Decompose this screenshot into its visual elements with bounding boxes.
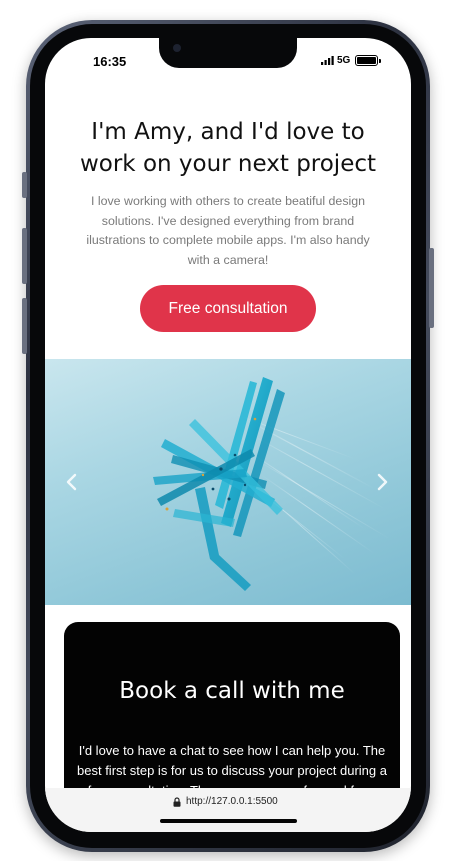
signal-bars-icon — [321, 56, 334, 65]
book-call-text: I'd love to have a chat to see how I can… — [77, 743, 387, 788]
power-button — [429, 248, 434, 328]
home-indicator[interactable] — [160, 819, 297, 823]
status-time: 16:35 — [93, 54, 127, 69]
hero-description: I love working with others to create bea… — [86, 194, 370, 267]
notch — [159, 38, 297, 68]
volume-up-button — [22, 228, 27, 284]
book-call-card: Book a call with me I'd love to have a c… — [64, 622, 400, 788]
carousel-next-button[interactable] — [373, 467, 393, 497]
phone-screen: 16:35 5G I'm Amy, and I'd love to work o… — [45, 38, 411, 832]
network-label: 5G — [337, 55, 351, 66]
mute-switch — [22, 172, 27, 198]
hero-title: I'm Amy, and I'd love to work on your ne… — [79, 119, 377, 177]
battery-icon — [355, 55, 381, 66]
url-text[interactable]: http://127.0.0.1:5500 — [186, 796, 278, 807]
book-call-title: Book a call with me — [119, 678, 345, 704]
lock-icon — [173, 797, 181, 807]
carousel-prev-button[interactable] — [61, 467, 81, 497]
chevron-left-icon — [66, 473, 77, 491]
browser-url-bar[interactable]: http://127.0.0.1:5500 — [45, 788, 411, 832]
free-consultation-button[interactable]: Free consultation — [140, 285, 316, 332]
web-page[interactable]: I'm Amy, and I'd love to work on your ne… — [45, 38, 411, 788]
chevron-right-icon — [377, 473, 388, 491]
carousel-image — [153, 377, 391, 591]
volume-down-button — [22, 298, 27, 354]
front-camera — [173, 44, 181, 52]
image-carousel[interactable] — [45, 359, 411, 605]
